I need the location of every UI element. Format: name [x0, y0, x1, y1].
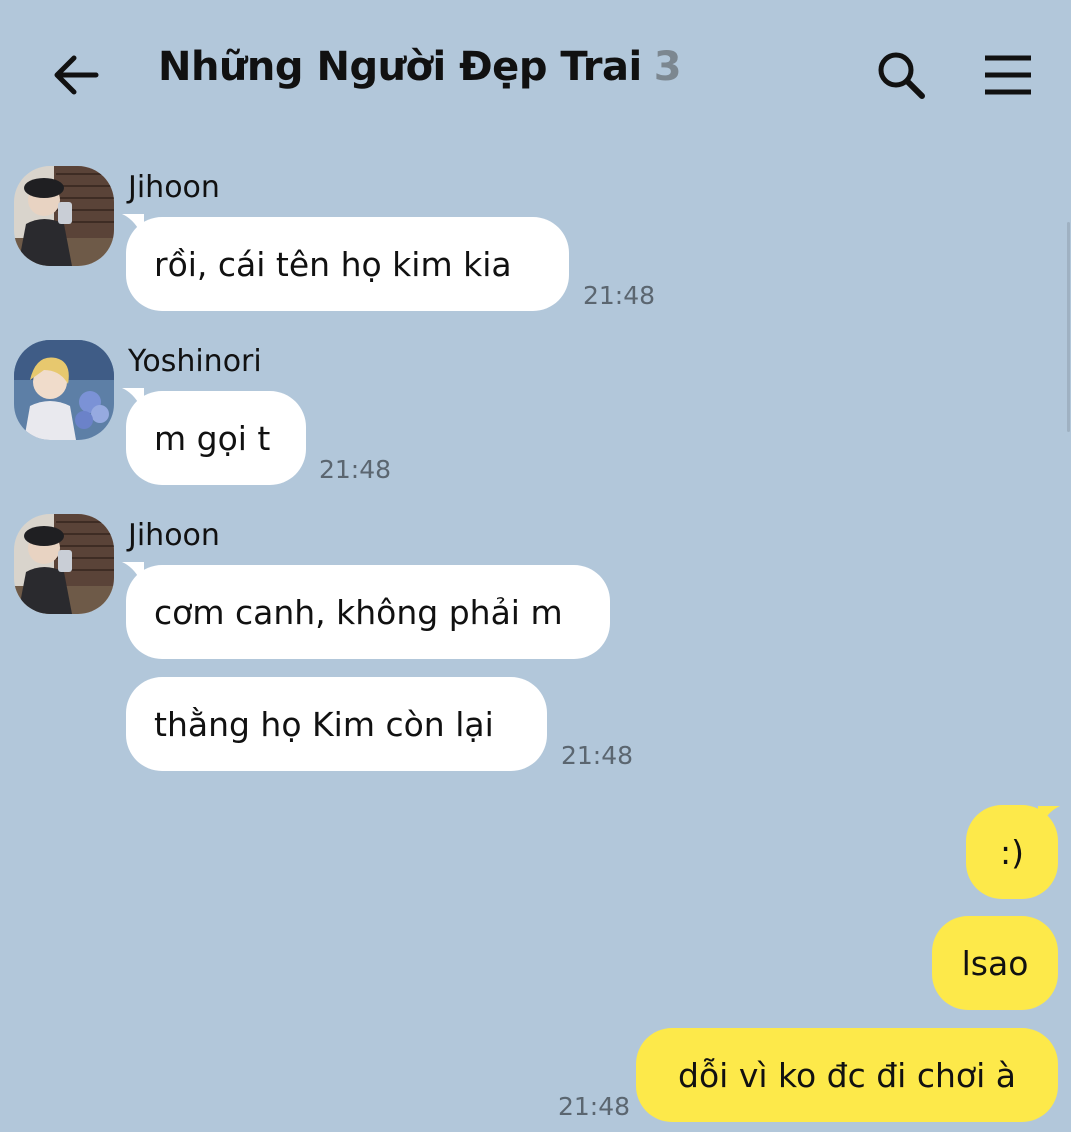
message-time: 21:48 — [558, 1092, 631, 1121]
chat-header: Những Người Đẹp Trai 3 — [0, 0, 1071, 150]
message-text: cơm canh, không phải m — [154, 592, 563, 632]
message-bubble[interactable]: cơm canh, không phải m — [126, 565, 610, 659]
outgoing-message-bubble[interactable]: :) — [966, 805, 1058, 899]
arrow-left-icon — [54, 55, 99, 95]
sender-name: Jihoon — [128, 518, 220, 553]
menu-icon — [985, 55, 1031, 95]
sender-name: Jihoon — [128, 170, 220, 205]
back-button[interactable] — [50, 48, 104, 102]
message-text: rồi, cái tên họ kim kia — [154, 244, 512, 284]
message-time: 21:48 — [583, 281, 656, 310]
scrollbar[interactable] — [1067, 222, 1070, 432]
avatar-yoshinori[interactable] — [14, 340, 114, 440]
search-icon — [878, 52, 925, 99]
avatar-jihoon[interactable] — [14, 166, 114, 266]
outgoing-message-bubble[interactable]: lsao — [932, 916, 1058, 1010]
message-text: :) — [1000, 832, 1024, 872]
message-time: 21:48 — [319, 455, 392, 484]
member-count: 3 — [653, 44, 682, 90]
message-text: dỗi vì ko đc đi chơi à — [678, 1055, 1016, 1095]
avatar-jihoon[interactable] — [14, 514, 114, 614]
message-time: 21:48 — [561, 741, 634, 770]
message-bubble[interactable]: thằng họ Kim còn lại — [126, 677, 547, 771]
search-button[interactable] — [872, 48, 930, 102]
chat-title-text: Những Người Đẹp Trai — [158, 44, 642, 90]
message-text: thằng họ Kim còn lại — [154, 704, 494, 744]
sender-name: Yoshinori — [128, 344, 262, 379]
message-bubble[interactable]: m gọi t — [126, 391, 306, 485]
menu-button[interactable] — [980, 48, 1036, 102]
message-bubble[interactable]: rồi, cái tên họ kim kia — [126, 217, 569, 311]
message-text: lsao — [961, 943, 1029, 983]
message-text: m gọi t — [154, 418, 271, 458]
chat-title: Những Người Đẹp Trai 3 — [158, 44, 682, 90]
outgoing-message-bubble[interactable]: dỗi vì ko đc đi chơi à — [636, 1028, 1058, 1122]
